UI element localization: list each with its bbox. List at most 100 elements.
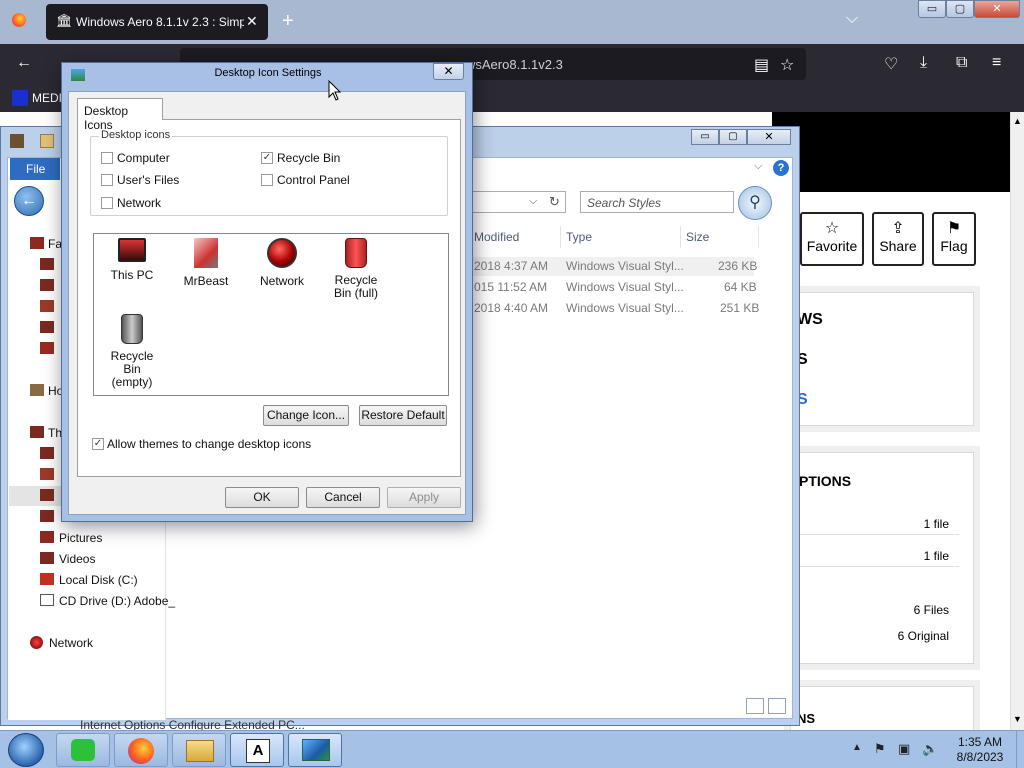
reader-view-icon[interactable]: ▤ bbox=[754, 55, 769, 75]
maximize-button[interactable]: ▢ bbox=[946, 0, 974, 18]
control-panel-label[interactable]: Control Panel bbox=[277, 173, 350, 187]
taskbar-app-firefox[interactable] bbox=[114, 733, 168, 767]
nav-item-network[interactable]: Network bbox=[49, 636, 93, 650]
ribbon-expand-icon[interactable]: ⌵ bbox=[754, 160, 762, 173]
taskbar-clock[interactable]: 1:35 AM 8/8/2023 bbox=[944, 735, 1016, 765]
nav-item-cd-drive[interactable]: CD Drive (D:) Adobe_ bbox=[59, 594, 175, 608]
column-header-size[interactable]: Size bbox=[686, 230, 709, 244]
nav-item-local-disk[interactable]: Local Disk (C:) bbox=[59, 573, 138, 587]
nav-item-videos[interactable]: Videos bbox=[59, 552, 95, 566]
address-bar[interactable]: ⌵ ↻ bbox=[472, 191, 566, 213]
icon-item[interactable]: This PC bbox=[94, 238, 170, 282]
taskbar-app-explorer[interactable] bbox=[172, 733, 226, 767]
help-icon[interactable]: ? bbox=[773, 160, 789, 176]
pocket-icon[interactable]: ♡ bbox=[884, 54, 898, 74]
taskbar-app-adobe[interactable]: A bbox=[230, 733, 284, 767]
computer-label[interactable]: Computer bbox=[117, 151, 170, 165]
users-files-checkbox[interactable] bbox=[101, 174, 113, 186]
extensions-icon[interactable]: ⧉ bbox=[956, 54, 967, 72]
icon-item[interactable]: Recycle Bin (full) bbox=[318, 238, 394, 300]
show-desktop-button[interactable] bbox=[1016, 731, 1024, 768]
explorer-min-button[interactable]: ▭ bbox=[691, 129, 719, 145]
minimize-button[interactable]: ▭ bbox=[918, 0, 946, 18]
icon-item[interactable]: MrBeast bbox=[168, 238, 244, 288]
explorer-close-button[interactable]: ✕ bbox=[747, 129, 791, 145]
share-button[interactable]: ⇪ Share bbox=[872, 212, 924, 266]
browser-tab[interactable]: 🏛 Windows Aero 8.1.1v 2.3 : Simp ✕ bbox=[46, 4, 268, 40]
favorite-button[interactable]: ☆ Favorite bbox=[800, 212, 864, 266]
row-size[interactable]: 64 KB bbox=[724, 280, 757, 294]
file-menu-button[interactable]: File bbox=[10, 158, 60, 180]
cancel-button[interactable]: Cancel bbox=[306, 487, 380, 508]
scroll-up-icon[interactable]: ▲ bbox=[1013, 116, 1022, 126]
control-panel-checkbox[interactable] bbox=[261, 174, 273, 186]
explorer-qat-icon[interactable] bbox=[40, 134, 54, 148]
menu-icon[interactable]: ≡ bbox=[992, 54, 1001, 72]
new-tab-button[interactable]: + bbox=[282, 10, 294, 33]
row-size[interactable]: 236 KB bbox=[718, 259, 757, 273]
computer-checkbox[interactable] bbox=[101, 152, 113, 164]
refresh-icon[interactable]: ↻ bbox=[549, 194, 560, 210]
close-tab-icon[interactable]: ✕ bbox=[246, 13, 258, 30]
firefox-menu-icon[interactable] bbox=[12, 13, 26, 27]
column-header-modified[interactable]: Modified bbox=[474, 230, 519, 244]
network-checkbox[interactable] bbox=[101, 197, 113, 209]
volume-icon[interactable]: 🔈 bbox=[922, 741, 938, 757]
show-hidden-icons[interactable]: ▲ bbox=[852, 742, 862, 753]
bookmark-star-icon[interactable]: ☆ bbox=[780, 55, 794, 75]
nav-item-this-pc[interactable]: Th bbox=[48, 426, 62, 440]
nav-item-pictures[interactable]: Pictures bbox=[59, 531, 102, 545]
row-modified[interactable]: 2018 4:37 AM bbox=[474, 259, 548, 273]
desktop-icon-settings-dialog: Desktop Icon Settings ✕ Desktop icons Co… bbox=[61, 62, 473, 522]
change-icon-button[interactable]: Change Icon... bbox=[263, 405, 349, 426]
folder-icon bbox=[40, 342, 54, 354]
tab-panel: Desktop icons Computer ✓ Recycle Bin Use… bbox=[77, 119, 461, 477]
taskbar-app-green[interactable] bbox=[56, 733, 110, 767]
allow-themes-label[interactable]: Allow themes to change desktop icons bbox=[107, 437, 311, 451]
network-label[interactable]: Network bbox=[117, 196, 161, 210]
folder-icon bbox=[40, 321, 54, 333]
tab-desktop-icons[interactable]: Desktop Icons bbox=[77, 98, 163, 132]
folder-icon bbox=[40, 258, 54, 270]
allow-themes-checkbox[interactable]: ✓ bbox=[92, 438, 104, 450]
museum-icon: 🏛 bbox=[56, 13, 73, 28]
action-center-flag-icon[interactable]: ⚑ bbox=[874, 741, 886, 757]
dialog-close-button[interactable]: ✕ bbox=[433, 63, 464, 80]
details-view-icon[interactable] bbox=[746, 698, 764, 714]
search-input[interactable]: Search Styles bbox=[580, 191, 734, 213]
download-icon[interactable]: ⤓ bbox=[920, 54, 927, 72]
recycle-bin-empty-icon bbox=[121, 314, 143, 344]
tab-list-icon[interactable]: ⌵ bbox=[846, 10, 858, 28]
search-icon[interactable]: ⚲ bbox=[738, 186, 772, 220]
address-dropdown-icon[interactable]: ⌵ bbox=[529, 195, 537, 208]
row-type[interactable]: Windows Visual Styl... bbox=[566, 259, 684, 273]
ok-button[interactable]: OK bbox=[225, 487, 299, 508]
nav-item-favorites[interactable]: Fa bbox=[48, 237, 62, 251]
taskbar-app-display-settings[interactable] bbox=[288, 733, 342, 767]
apply-button[interactable]: Apply bbox=[387, 487, 461, 508]
explorer-max-button[interactable]: ▢ bbox=[719, 129, 747, 145]
back-icon[interactable]: ← bbox=[14, 186, 44, 216]
back-arrow-icon[interactable]: ← bbox=[16, 54, 32, 72]
flag-button[interactable]: ⚑ Flag bbox=[932, 212, 976, 266]
explorer-qat-icon[interactable] bbox=[10, 134, 24, 148]
users-files-label[interactable]: User's Files bbox=[117, 173, 179, 187]
column-header-type[interactable]: Type bbox=[566, 230, 592, 244]
close-window-button[interactable]: ✕ bbox=[974, 0, 1020, 18]
large-icons-view-icon[interactable] bbox=[768, 698, 786, 714]
page-scrollbar[interactable]: ▲ ▼ bbox=[1010, 112, 1024, 730]
recycle-bin-label[interactable]: Recycle Bin bbox=[277, 151, 340, 165]
scroll-down-icon[interactable]: ▼ bbox=[1013, 714, 1022, 724]
row-modified[interactable]: 015 11:52 AM bbox=[474, 280, 547, 294]
icon-item[interactable]: Recycle Bin (empty) bbox=[94, 314, 170, 389]
bookmark-label[interactable]: MEDI bbox=[32, 91, 62, 105]
row-size[interactable]: 251 KB bbox=[720, 301, 759, 315]
row-modified[interactable]: 2018 4:40 AM bbox=[474, 301, 548, 315]
row-type[interactable]: Windows Visual Styl... bbox=[566, 280, 684, 294]
icon-item[interactable]: Network bbox=[244, 238, 320, 288]
row-type[interactable]: Windows Visual Styl... bbox=[566, 301, 684, 315]
recycle-bin-checkbox[interactable]: ✓ bbox=[261, 152, 273, 164]
restore-default-button[interactable]: Restore Default bbox=[359, 405, 447, 426]
start-orb-icon[interactable] bbox=[8, 733, 44, 767]
network-status-icon[interactable]: ▣ bbox=[898, 741, 910, 757]
